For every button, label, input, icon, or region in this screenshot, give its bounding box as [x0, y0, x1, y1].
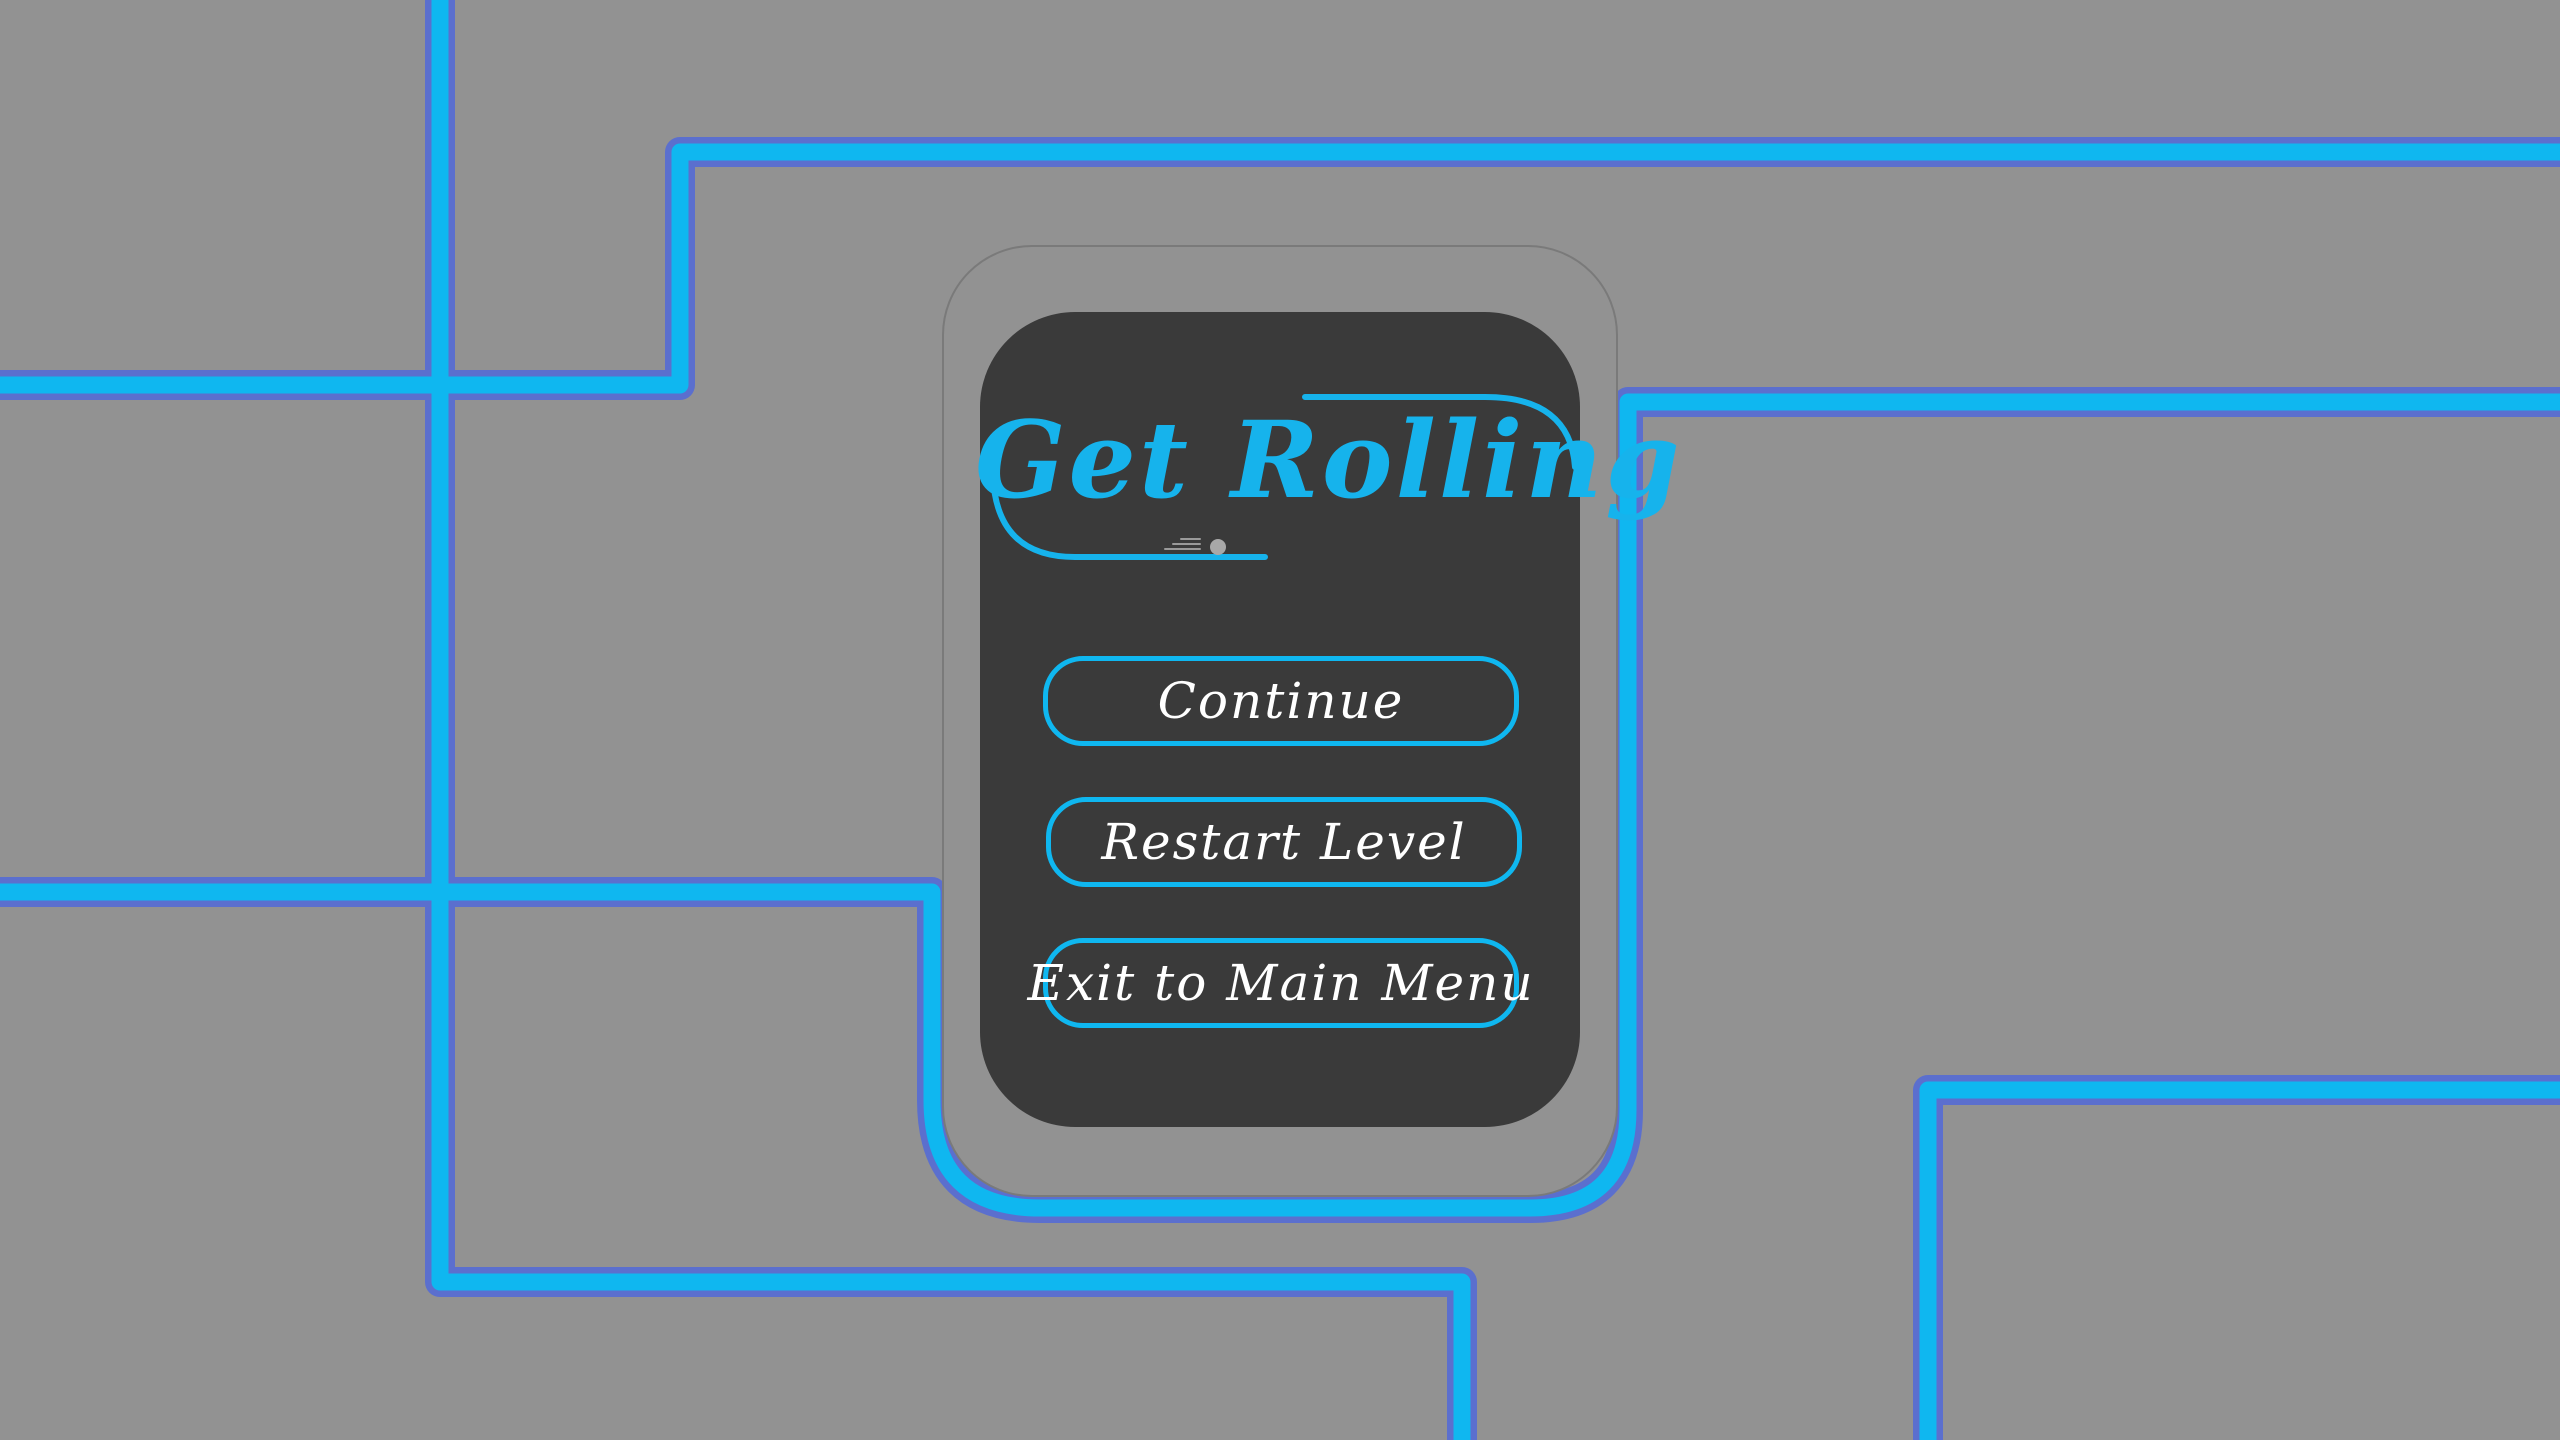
restart-level-button[interactable]: Restart Level: [1046, 797, 1522, 887]
game-scene: Get Rolling Continue Restart Level Exit …: [0, 0, 2560, 1440]
game-title: Get Rolling: [975, 397, 1683, 522]
track-segment: [1913, 1075, 2560, 1440]
exit-to-main-menu-button[interactable]: Exit to Main Menu: [1027, 938, 1533, 1028]
game-logo: Get Rolling: [975, 385, 1683, 575]
ball-icon: [1210, 539, 1226, 555]
continue-button[interactable]: Continue: [1043, 656, 1519, 746]
